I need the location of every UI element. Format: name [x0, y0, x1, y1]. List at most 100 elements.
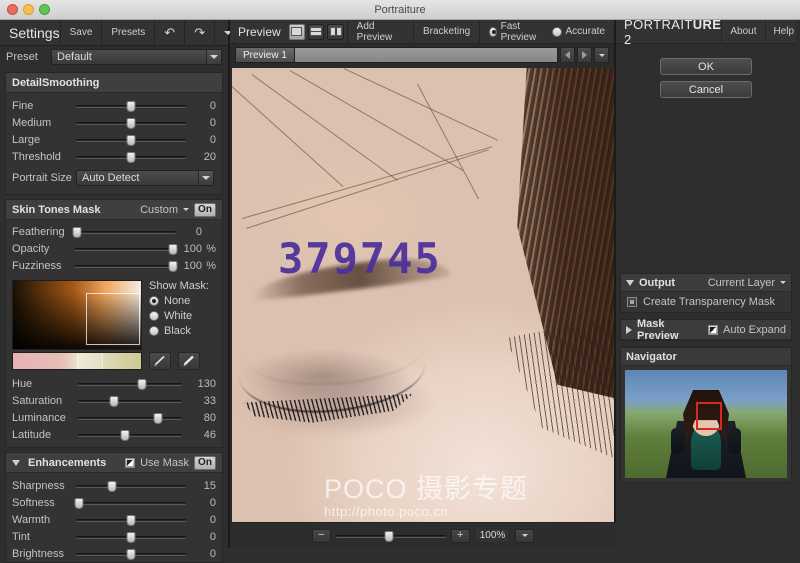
slider-row: Opacity 100 % — [6, 240, 222, 257]
slider-row: Tint 0 — [6, 528, 222, 545]
preset-dropdown[interactable]: Default — [51, 49, 222, 65]
radio-label: White — [164, 310, 192, 322]
radio-label: None — [164, 295, 190, 307]
use-mask-checkbox[interactable] — [125, 458, 135, 468]
slider-value-warmth: 0 — [186, 514, 216, 526]
single-view-icon[interactable] — [289, 24, 305, 40]
preview-tab-track[interactable] — [295, 47, 558, 63]
slider-hue[interactable] — [78, 377, 182, 391]
undo-button[interactable]: ↶ — [154, 20, 184, 46]
bracketing-button[interactable]: Bracketing — [413, 20, 479, 44]
enhancements-toggle[interactable]: On — [194, 456, 216, 470]
zoom-preset-menu-icon[interactable] — [515, 529, 534, 543]
skin-tone-range-strip[interactable] — [12, 352, 142, 370]
output-header: Output Current Layer — [621, 274, 791, 292]
split-vertical-icon[interactable] — [327, 24, 343, 40]
slider-threshold[interactable] — [76, 150, 186, 164]
slider-medium[interactable] — [76, 116, 186, 130]
radio-show-mask-none[interactable]: None — [149, 295, 209, 307]
slider-latitude[interactable] — [78, 428, 182, 442]
preview-toolbar: Preview Add Preview Bracketing Fast Prev… — [230, 20, 614, 44]
chevron-down-icon — [206, 50, 221, 64]
slider-row: Fuzziness 100 % — [6, 257, 222, 274]
disclosure-triangle-icon[interactable] — [626, 280, 634, 286]
navigator-thumbnail[interactable] — [625, 370, 787, 478]
portrait-size-value: Auto Detect — [82, 172, 139, 184]
portrait-size-row: Portrait Size Auto Detect — [6, 167, 222, 189]
eyedropper-add-icon[interactable] — [149, 352, 171, 370]
slider-label-large: Large — [12, 134, 76, 146]
color-picker-area: Show Mask: None White Black — [6, 275, 222, 352]
portraiture-logo: PORTRAITURE 2 — [616, 17, 721, 47]
zoom-slider[interactable] — [336, 529, 446, 543]
output-section: Output Current Layer Create Transparency… — [620, 273, 792, 313]
slider-row: Medium 0 — [6, 114, 222, 131]
slider-value-medium: 0 — [186, 117, 216, 129]
portrait-size-dropdown[interactable]: Auto Detect — [76, 170, 214, 186]
zoom-out-button[interactable]: − — [312, 529, 331, 543]
slider-tint[interactable] — [76, 530, 186, 544]
slider-row: Threshold 20 — [6, 148, 222, 165]
slider-saturation[interactable] — [78, 394, 182, 408]
preview-tab-1[interactable]: Preview 1 — [235, 47, 295, 63]
transparency-mask-row[interactable]: Create Transparency Mask — [621, 292, 791, 312]
detail-smoothing-header: DetailSmoothing — [6, 73, 222, 93]
save-button[interactable]: Save — [60, 20, 102, 46]
use-mask-label: Use Mask — [140, 457, 189, 469]
chevron-down-icon — [198, 171, 213, 185]
slider-label-fine: Fine — [12, 100, 76, 112]
skin-tones-mode-value[interactable]: Custom — [140, 204, 178, 216]
redo-button[interactable]: ↷ — [184, 20, 214, 46]
skin-tones-mask-toggle[interactable]: On — [194, 203, 216, 217]
disclosure-triangle-icon[interactable] — [626, 326, 632, 334]
add-preview-button[interactable]: Add Preview — [347, 20, 413, 44]
watermark-brand: POCO 摄影专题 — [324, 476, 528, 503]
slider-warmth[interactable] — [76, 513, 186, 527]
create-transparency-mask-label: Create Transparency Mask — [643, 296, 775, 308]
radio-fast-preview[interactable]: Fast Preview — [489, 21, 539, 43]
slider-row: Large 0 — [6, 131, 222, 148]
auto-expand-checkbox[interactable] — [708, 325, 718, 335]
skin-tones-mask-header: Skin Tones Mask Custom On — [6, 200, 222, 220]
gradient-selection-rect[interactable] — [86, 293, 140, 345]
previous-preview-icon[interactable] — [560, 47, 575, 63]
slider-label-hue: Hue — [12, 378, 78, 390]
create-transparency-mask-checkbox[interactable] — [627, 297, 637, 307]
disclosure-triangle-icon[interactable] — [12, 460, 20, 466]
mask-preview-header: Mask Preview Auto Expand — [621, 320, 791, 340]
presets-button[interactable]: Presets — [101, 20, 154, 46]
slider-feathering[interactable] — [74, 225, 176, 239]
next-preview-icon[interactable] — [577, 47, 592, 63]
chevron-down-icon[interactable] — [183, 208, 189, 211]
about-button[interactable]: About — [721, 20, 764, 44]
slider-luminance[interactable] — [78, 411, 182, 425]
zoom-level-value[interactable]: 100% — [475, 528, 511, 543]
preview-image-frame[interactable]: 379745 POCO 摄影专题 http://photo.poco.cn — [232, 68, 614, 535]
application-window: Portraiture Settings Save Presets ↶ ↷ Pr… — [0, 0, 800, 548]
preview-tab-strip: Preview 1 — [230, 44, 614, 66]
slider-opacity[interactable] — [74, 242, 176, 256]
zoom-in-button[interactable]: + — [451, 529, 470, 543]
chevron-down-icon[interactable] — [780, 281, 786, 284]
output-target-value[interactable]: Current Layer — [708, 277, 775, 289]
help-button[interactable]: Help — [765, 20, 800, 44]
slider-softness[interactable] — [76, 496, 186, 510]
slider-large[interactable] — [76, 133, 186, 147]
slider-label-saturation: Saturation — [12, 395, 78, 407]
slider-brightness[interactable] — [76, 547, 186, 561]
radio-accurate[interactable]: Accurate — [552, 26, 605, 37]
cancel-button[interactable]: Cancel — [660, 81, 752, 98]
ok-button[interactable]: OK — [660, 58, 752, 75]
split-horizontal-icon[interactable] — [308, 24, 324, 40]
slider-fuzziness[interactable] — [74, 259, 176, 273]
radio-show-mask-black[interactable]: Black — [149, 325, 209, 337]
radio-show-mask-white[interactable]: White — [149, 310, 209, 322]
preview-menu-icon[interactable] — [594, 47, 609, 63]
slider-row: Softness 0 — [6, 494, 222, 511]
settings-title: Settings — [0, 25, 60, 41]
slider-sharpness[interactable] — [76, 479, 186, 493]
skin-tone-gradient-picker[interactable] — [12, 280, 142, 350]
slider-fine[interactable] — [76, 99, 186, 113]
navigator-viewport-rect[interactable] — [696, 402, 722, 430]
eyedropper-subtract-icon[interactable] — [178, 352, 200, 370]
